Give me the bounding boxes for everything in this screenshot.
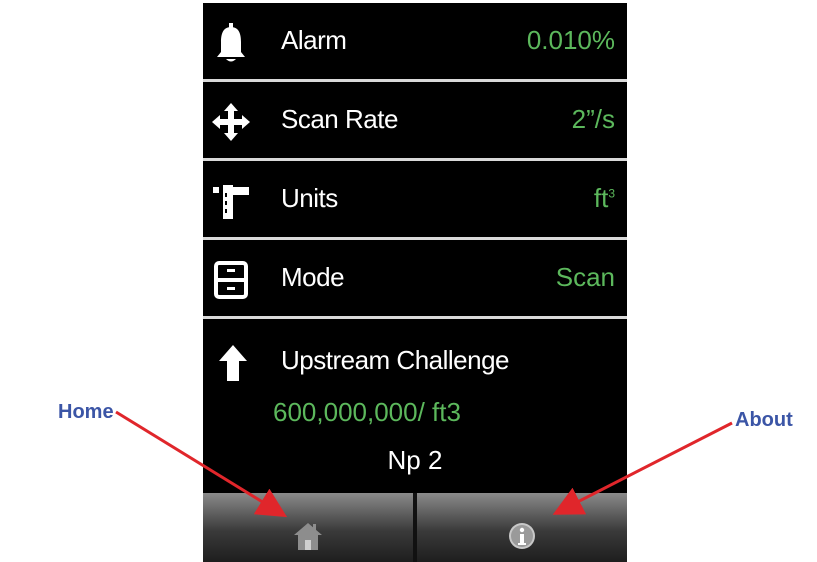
setting-value: Scan (555, 262, 615, 292)
device-screen: Alarm 0.010% Scan Rate 2”/s Units ft3 Mo… (203, 3, 627, 562)
challenge-count: 600,000,000/ ft3 (273, 397, 461, 427)
setting-row-alarm[interactable]: Alarm 0.010% (203, 3, 627, 79)
setting-value: ft3 (593, 183, 615, 213)
ruler-icon (211, 181, 251, 221)
upstream-challenge-panel[interactable]: Upstream Challenge 600,000,000/ ft3 Np 2 (203, 325, 627, 493)
setting-value: 2”/s (571, 104, 615, 134)
drawer-icon (211, 260, 251, 300)
up-arrow-icon (213, 343, 253, 383)
setting-value: 0.010% (526, 25, 615, 55)
setting-label: Alarm (281, 25, 347, 55)
setting-label: Mode (281, 262, 345, 292)
home-icon (293, 521, 323, 556)
setting-row-mode[interactable]: Mode Scan (203, 240, 627, 316)
setting-label: Scan Rate (281, 104, 398, 134)
about-button[interactable] (417, 493, 627, 562)
bell-icon (211, 23, 251, 63)
footer-bar (203, 493, 627, 562)
setting-row-units[interactable]: Units ft3 (203, 161, 627, 237)
challenge-title: Upstream Challenge (281, 345, 510, 375)
home-callout-label: Home (58, 401, 114, 423)
divider (203, 316, 627, 319)
challenge-np: Np 2 (387, 445, 443, 475)
info-icon (507, 521, 537, 556)
move-arrows-icon (211, 102, 251, 142)
setting-row-scan-rate[interactable]: Scan Rate 2”/s (203, 82, 627, 158)
about-callout-label: About (735, 409, 793, 431)
home-button[interactable] (203, 493, 413, 562)
setting-label: Units (281, 183, 338, 213)
